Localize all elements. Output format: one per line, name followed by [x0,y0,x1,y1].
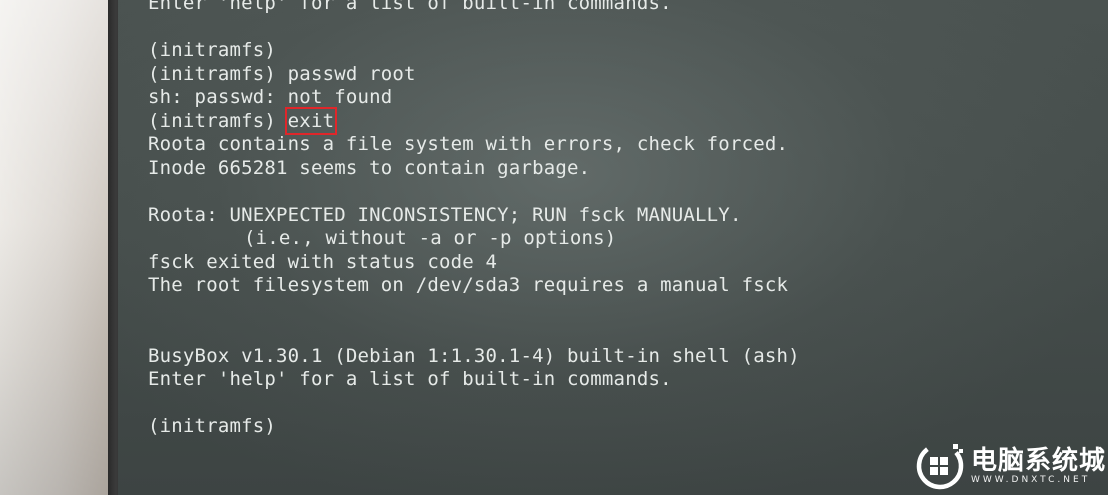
terminal-console[interactable]: Enter 'help' for a list of built-in comm… [148,0,1088,439]
terminal-line: (i.e., without -a or -p options) [244,227,617,249]
background-wall [0,0,125,495]
terminal-line: Roota contains a file system with errors… [148,133,789,155]
terminal-prompt: (initramfs) [148,109,288,132]
terminal-line: Inode 665281 seems to contain garbage. [148,156,591,179]
terminal-line: BusyBox v1.30.1 (Debian 1:1.30.1-4) buil… [148,344,800,367]
terminal-line: Enter 'help' for a list of built-in comm… [148,0,672,14]
highlighted-exit-command: exit [284,106,338,135]
watermark-url: WWW.DNXTC.NET [970,475,1091,485]
watermark-text: 电脑系统城 WWW.DNXTC.NET [971,447,1106,485]
terminal-line: The root filesystem on /dev/sda3 require… [148,274,789,296]
dnxtc-logo-icon [916,442,964,490]
terminal-line: Roota: UNEXPECTED INCONSISTENCY; RUN fsc… [148,203,742,226]
terminal-line: sh: passwd: not found [148,86,393,108]
terminal-line: (initramfs) [148,39,277,61]
photo-scene: Enter 'help' for a list of built-in comm… [0,0,1108,495]
terminal-prompt-line: (initramfs) [148,415,277,437]
terminal-command-line: (initramfs) exit [148,106,1088,135]
monitor-screen: Enter 'help' for a list of built-in comm… [118,0,1108,495]
watermark-logo: 电脑系统城 WWW.DNXTC.NET [915,441,1106,491]
watermark-name: 电脑系统城 [970,446,1106,476]
terminal-line: (initramfs) passwd root [148,62,416,85]
terminal-line: Enter 'help' for a list of built-in comm… [148,368,672,390]
terminal-line: fsck exited with status code 4 [148,250,498,273]
